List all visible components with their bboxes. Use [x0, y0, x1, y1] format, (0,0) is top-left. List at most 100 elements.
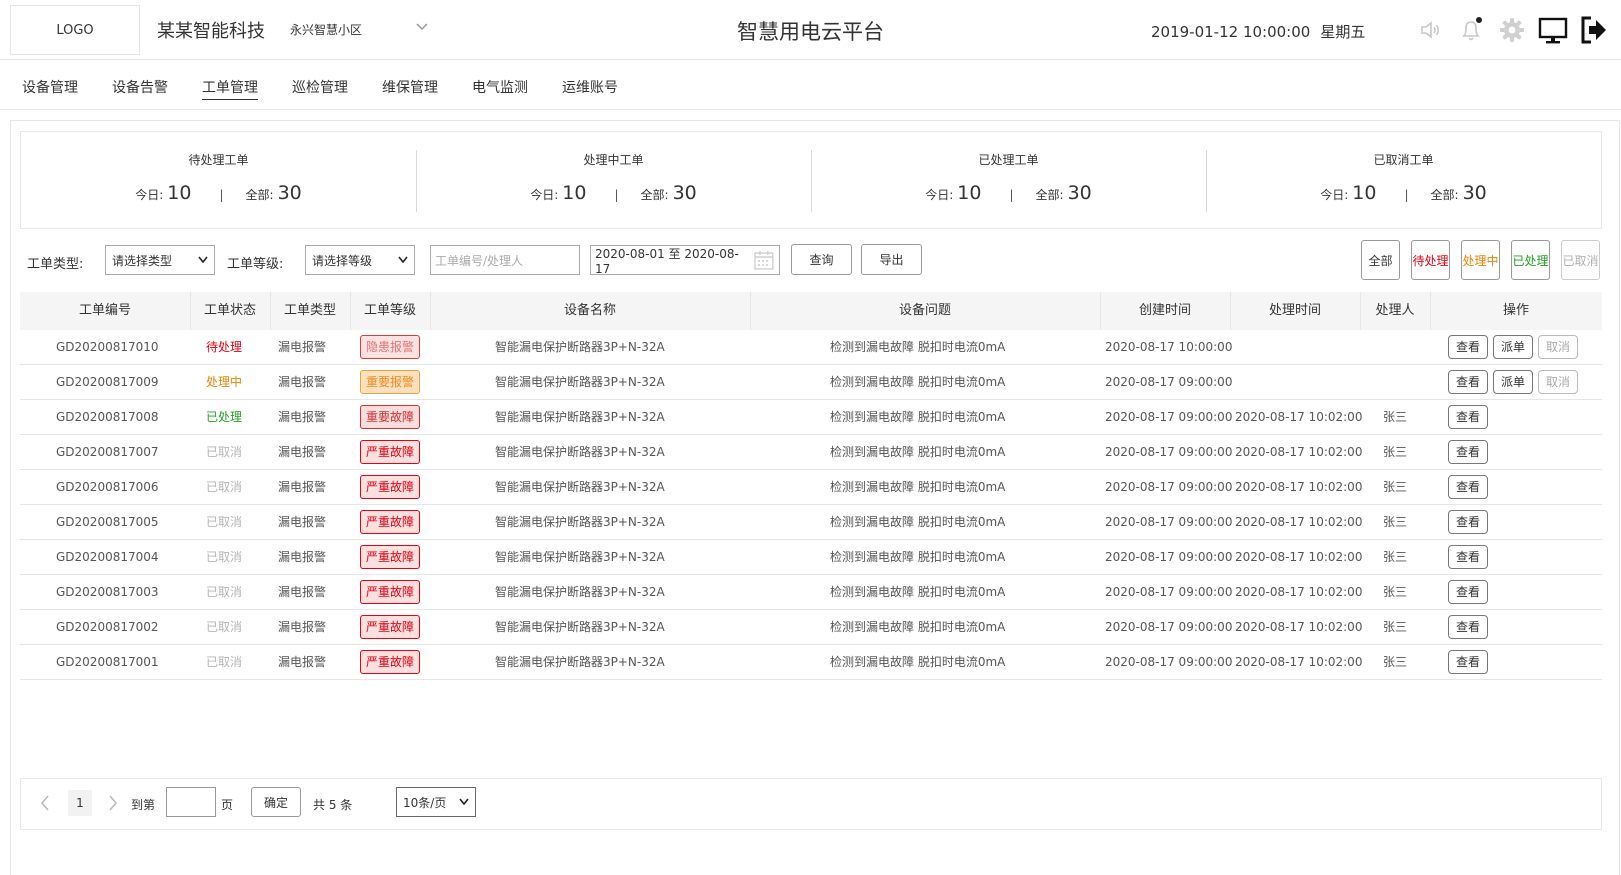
filter-pending-button[interactable]: 待处理 — [1411, 240, 1450, 280]
calendar-icon[interactable] — [753, 249, 775, 271]
cell-order-id: GD20200817004 — [56, 550, 159, 564]
query-button[interactable]: 查询 — [791, 244, 852, 275]
col-header-id: 工单编号 — [78, 303, 131, 318]
cell-status: 已取消 — [206, 620, 243, 634]
date-range-value: 2020-08-01 至 2020-08-17 — [595, 246, 739, 276]
cell-handler: 张三 — [1383, 410, 1408, 424]
chevron-down-icon — [198, 256, 208, 264]
filter-cancelled-button[interactable]: 已取消 — [1561, 240, 1600, 280]
goto-page-input[interactable] — [166, 787, 216, 817]
goto-label: 到第 — [131, 798, 156, 812]
level-badge: 隐患报警 — [360, 335, 420, 359]
cell-handled-time: 2020-08-17 10:02:00 — [1235, 655, 1363, 669]
nav-device-alarms[interactable]: 设备告警 — [112, 77, 168, 99]
dispatch-button[interactable]: 派单 — [1493, 335, 1533, 359]
nav-inspection[interactable]: 巡检管理 — [292, 77, 348, 99]
col-header-actions: 操作 — [1502, 303, 1529, 318]
page-size-value: 10条/页 — [403, 795, 447, 810]
cell-device-name: 智能漏电保护断路器3P+N-32A — [495, 655, 665, 669]
view-button[interactable]: 查看 — [1448, 475, 1488, 499]
view-button[interactable]: 查看 — [1448, 335, 1488, 359]
filter-processed-button[interactable]: 已处理 — [1511, 240, 1550, 280]
cell-device-issue: 检测到漏电故障 脱扣时电流0mA — [830, 655, 1006, 669]
goto-confirm-button[interactable]: 确定 — [251, 787, 301, 817]
cell-type: 漏电报警 — [278, 480, 327, 494]
cell-order-id: GD20200817010 — [56, 340, 159, 354]
cell-status: 已取消 — [206, 480, 243, 494]
chevron-down-icon — [398, 256, 408, 264]
cell-handled-time: 2020-08-17 10:02:00 — [1235, 410, 1363, 424]
page-number-current[interactable]: 1 — [68, 790, 92, 816]
chevron-down-icon[interactable] — [415, 20, 429, 34]
level-badge: 重要报警 — [360, 370, 420, 394]
nav-electrical-monitoring[interactable]: 电气监测 — [472, 77, 528, 99]
cell-type: 漏电报警 — [278, 620, 327, 634]
cell-device-issue: 检测到漏电故障 脱扣时电流0mA — [830, 515, 1006, 529]
total-count-text: 共 5 条 — [313, 798, 353, 812]
view-button[interactable]: 查看 — [1448, 370, 1488, 394]
cell-device-issue: 检测到漏电故障 脱扣时电流0mA — [830, 585, 1006, 599]
nav-ops-accounts[interactable]: 运维账号 — [562, 77, 618, 99]
page-size-select[interactable]: 10条/页 — [396, 787, 476, 817]
cell-order-id: GD20200817009 — [56, 375, 159, 389]
community-selector[interactable]: 永兴智慧小区 — [290, 21, 362, 38]
level-select[interactable]: 请选择等级 — [305, 245, 415, 275]
date-range-input[interactable]: 2020-08-01 至 2020-08-17 — [590, 245, 780, 276]
nav-work-orders[interactable]: 工单管理 — [202, 77, 258, 100]
table-row: GD20200817010 待处理 漏电报警 隐患报警 智能漏电保护断路器3P+N-32… — [20, 330, 1602, 365]
cell-device-issue: 检测到漏电故障 脱扣时电流0mA — [830, 340, 1006, 354]
monitor-icon[interactable] — [1537, 14, 1569, 46]
nav-device-management[interactable]: 设备管理 — [22, 77, 78, 99]
cell-order-id: GD20200817008 — [56, 410, 159, 424]
view-button[interactable]: 查看 — [1448, 545, 1488, 569]
filter-processing-button[interactable]: 处理中 — [1461, 240, 1500, 280]
cell-handler: 张三 — [1383, 515, 1408, 529]
main-nav: 设备管理 设备告警 工单管理 巡检管理 维保管理 电气监测 运维账号 — [0, 60, 1621, 110]
cell-handled-time: 2020-08-17 10:02:00 — [1235, 620, 1363, 634]
logo: LOGO — [10, 5, 140, 55]
today-count: 10 — [562, 182, 587, 204]
today-label: 今日: — [1320, 188, 1349, 202]
bell-icon[interactable] — [1455, 14, 1487, 46]
logout-icon[interactable] — [1578, 14, 1610, 46]
type-select[interactable]: 请选择类型 — [105, 245, 215, 275]
level-badge: 严重故障 — [360, 545, 420, 569]
total-count: 30 — [1067, 182, 1092, 204]
nav-maintenance[interactable]: 维保管理 — [382, 77, 438, 99]
cell-handled-time: 2020-08-17 10:02:00 — [1235, 550, 1363, 564]
view-button[interactable]: 查看 — [1448, 440, 1488, 464]
table-row: GD20200817005 已取消 漏电报警 严重故障 智能漏电保护断路器3P+N-32… — [20, 505, 1602, 540]
stat-title: 已取消工单 — [1373, 153, 1434, 167]
stat-processing: 处理中工单 今日: 10 | 全部: 30 — [416, 132, 811, 228]
col-header-device: 设备名称 — [563, 303, 616, 318]
cell-order-id: GD20200817002 — [56, 620, 159, 634]
today-count: 10 — [1352, 182, 1377, 204]
cell-handler: 张三 — [1383, 445, 1408, 459]
cell-created-time: 2020-08-17 09:00:00 — [1105, 655, 1233, 669]
view-button[interactable]: 查看 — [1448, 510, 1488, 534]
stat-processed: 已处理工单 今日: 10 | 全部: 30 — [811, 132, 1206, 228]
search-input[interactable]: 工单编号/处理人 — [430, 245, 580, 275]
cell-device-name: 智能漏电保护断路器3P+N-32A — [495, 585, 665, 599]
cell-handler: 张三 — [1383, 620, 1408, 634]
prev-page-button[interactable] — [39, 794, 51, 815]
dispatch-button[interactable]: 派单 — [1493, 370, 1533, 394]
next-page-button[interactable] — [107, 794, 119, 815]
cell-type: 漏电报警 — [278, 515, 327, 529]
today-count: 10 — [957, 182, 982, 204]
col-header-issue: 设备问题 — [898, 303, 951, 318]
view-button[interactable]: 查看 — [1448, 615, 1488, 639]
view-button[interactable]: 查看 — [1448, 650, 1488, 674]
gear-icon[interactable] — [1496, 14, 1528, 46]
export-button[interactable]: 导出 — [861, 244, 922, 275]
speaker-icon[interactable] — [1414, 14, 1446, 46]
view-button[interactable]: 查看 — [1448, 405, 1488, 429]
view-button[interactable]: 查看 — [1448, 580, 1488, 604]
cell-handled-time: 2020-08-17 10:02:00 — [1235, 585, 1363, 599]
table-row: GD20200817001 已取消 漏电报警 严重故障 智能漏电保护断路器3P+N-32… — [20, 645, 1602, 680]
filter-all-button[interactable]: 全部 — [1361, 240, 1400, 280]
cancel-order-button: 取消 — [1538, 370, 1578, 394]
cell-type: 漏电报警 — [278, 585, 327, 599]
stat-separator: | — [219, 188, 224, 202]
cell-status: 待处理 — [206, 340, 243, 354]
